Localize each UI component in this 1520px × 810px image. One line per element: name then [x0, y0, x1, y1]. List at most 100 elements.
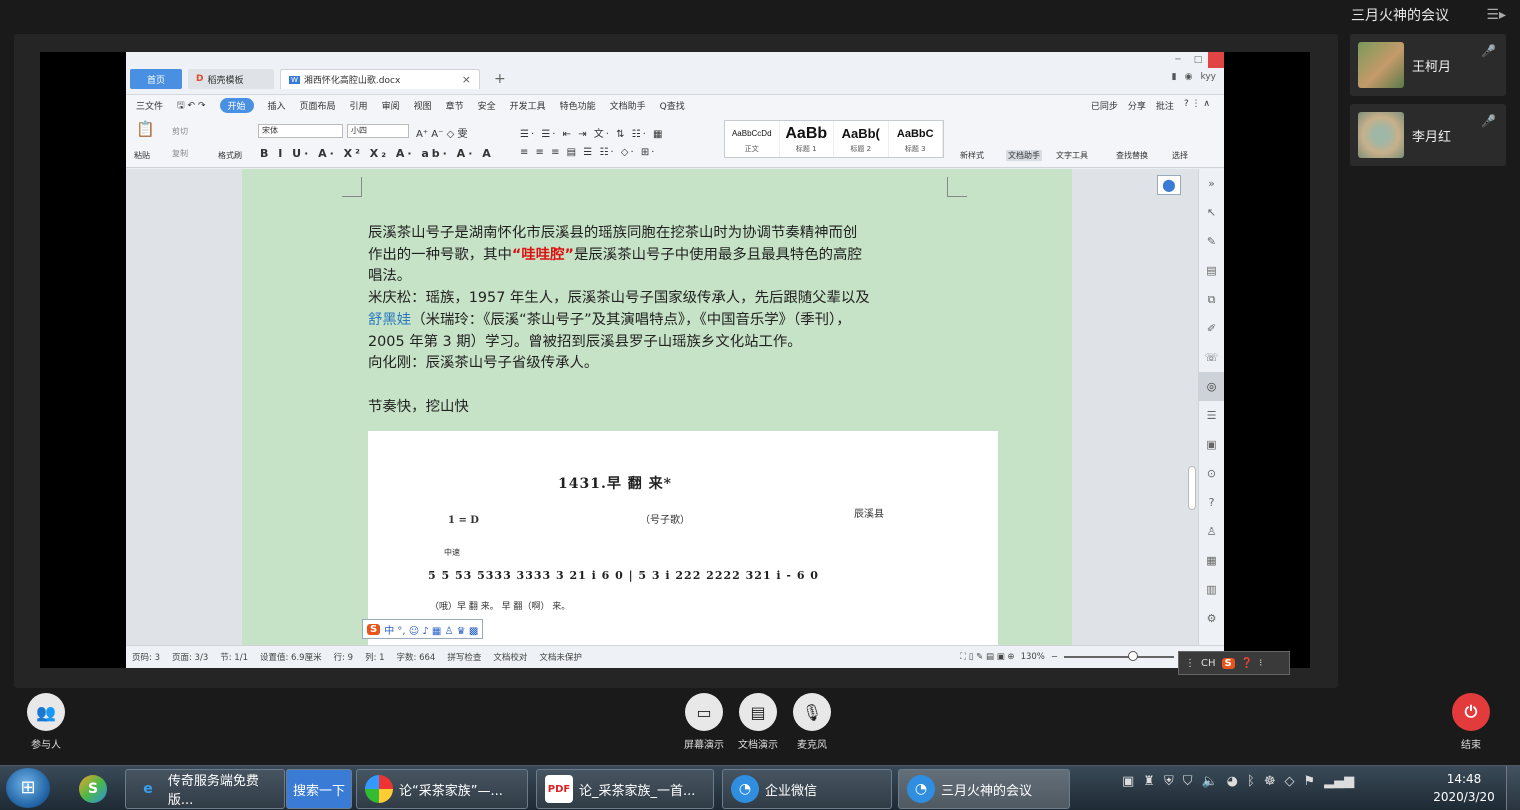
document-page[interactable]: 辰溪茶山号子是湖南怀化市辰溪县的瑶族同胞在挖茶山时为协调节奏精神而创 作出的一种…: [242, 169, 1072, 645]
ime-tools[interactable]: 中 °, ☺ ♪ ▦ ♙ ♛ ▩: [384, 622, 478, 637]
tray-ime-icon[interactable]: ☸: [1264, 774, 1276, 789]
document-canvas[interactable]: 辰溪茶山号子是湖南怀化市辰溪县的瑶族同胞在挖茶山时为协调节奏精神而创 作出的一种…: [126, 169, 1198, 645]
tray-app-icon[interactable]: ▣: [1122, 774, 1134, 789]
user-name[interactable]: kyy: [1200, 72, 1216, 82]
new-tab-button[interactable]: +: [486, 69, 506, 89]
select-tool-icon[interactable]: ↖: [1199, 198, 1224, 227]
start-button[interactable]: ⊞: [6, 768, 50, 808]
link-text[interactable]: 舒黑娃: [368, 312, 411, 328]
style-heading3[interactable]: AaBbC 标题 3: [889, 121, 943, 157]
sync-button[interactable]: 已同步: [1091, 99, 1118, 112]
status-words[interactable]: 字数: 664: [397, 651, 436, 663]
taskbar-item[interactable]: 论“采茶家族”—...: [356, 769, 528, 809]
cut-button[interactable]: 剪切: [172, 126, 188, 137]
vertical-scrollbar[interactable]: [1188, 466, 1196, 510]
sogou-ime-icon[interactable]: S: [1221, 657, 1235, 669]
ime-toolbar[interactable]: S 中 °, ☺ ♪ ▦ ♙ ♛ ▩: [362, 619, 484, 639]
taskbar-item[interactable]: e 传奇服务端免费版...: [125, 769, 285, 809]
text-format-icons[interactable]: B I U· A· X² X₂ A· ab· A· A: [260, 147, 494, 160]
grid-tool-icon[interactable]: ▦: [1199, 546, 1224, 575]
microphone-control[interactable]: 🎙 麦克风: [793, 693, 831, 751]
zoom-level[interactable]: 130%: [1021, 652, 1045, 662]
language-bar[interactable]: ⋮ CH S ❓ ⁝: [1178, 651, 1290, 675]
bluetooth-icon[interactable]: ᛒ: [1247, 774, 1255, 789]
font-family-select[interactable]: 宋体: [258, 124, 343, 138]
edit-tool-icon[interactable]: ✐: [1199, 314, 1224, 343]
zoom-slider[interactable]: [1064, 651, 1174, 661]
network-signal-icon[interactable]: ▂▄▆: [1324, 774, 1354, 789]
langbar-lang[interactable]: CH: [1201, 658, 1216, 669]
menu-doc-assistant[interactable]: 文档助手: [610, 99, 646, 112]
taskbar-search-button[interactable]: 搜索一下: [286, 769, 352, 809]
font-grow-icon[interactable]: A⁺ A⁻ ◇ 雯: [416, 125, 467, 140]
langbar-help-icon[interactable]: ❓: [1241, 658, 1253, 669]
tray-diamond-icon[interactable]: ◇: [1284, 774, 1294, 789]
shield-icon[interactable]: ⛨: [1164, 774, 1174, 789]
tab-template[interactable]: D 稻壳模板: [188, 69, 274, 89]
menu-chapter[interactable]: 章节: [446, 99, 464, 112]
menu-review[interactable]: 审阅: [382, 99, 400, 112]
spell-check-button[interactable]: 拼写检查: [447, 651, 481, 663]
close-window-button[interactable]: [1208, 52, 1224, 68]
minimize-button[interactable]: ─: [1168, 52, 1188, 68]
list-menu-icon[interactable]: ☰▸: [1486, 7, 1506, 23]
doc-share-icon[interactable]: ▤: [739, 693, 777, 731]
paste-icon[interactable]: 📋: [136, 120, 155, 138]
select-button[interactable]: 选择: [1172, 150, 1188, 161]
menu-features[interactable]: 特色功能: [560, 99, 596, 112]
participant-card[interactable]: 王柯月 🎤: [1350, 34, 1506, 96]
document-body[interactable]: 辰溪茶山号子是湖南怀化市辰溪县的瑶族同胞在挖茶山时为协调节奏精神而创 作出的一种…: [368, 223, 958, 418]
taskbar-app-360[interactable]: S: [70, 769, 120, 809]
chat-tool-icon[interactable]: ☏: [1199, 343, 1224, 372]
tab-document[interactable]: W 湘西怀化高腔山歌.docx ×: [280, 69, 480, 89]
menu-start[interactable]: 开始: [219, 98, 254, 113]
menu-devtools[interactable]: 开发工具: [510, 99, 546, 112]
doc-share-control[interactable]: ▤ 文档演示: [738, 693, 778, 751]
share-button[interactable]: 分享: [1128, 99, 1146, 112]
location-pin-icon[interactable]: ⬤: [1157, 175, 1181, 195]
doc-assistant-button[interactable]: 文档助手: [1006, 150, 1042, 161]
screen-share-control[interactable]: ▭ 屏幕演示: [684, 693, 724, 751]
align-icons[interactable]: ≡ ≡ ≡ ▤ ☰ ☷· ◇· ⊞·: [520, 147, 656, 158]
find-replace-button[interactable]: 查找替换: [1116, 150, 1148, 161]
layout-icon[interactable]: ▮: [1172, 72, 1177, 82]
view-mode-icons[interactable]: ⛶ ▯ ✎ ▤ ▣ ⊕: [960, 652, 1014, 662]
volume-icon[interactable]: 🔈: [1201, 774, 1217, 789]
taskbar-item[interactable]: ◔ 企业微信: [722, 769, 892, 809]
quick-save-icon[interactable]: 🖫 ↶ ↷: [177, 98, 205, 114]
screen-share-icon[interactable]: ▭: [685, 693, 723, 731]
participant-card[interactable]: 李月红 🎤: [1350, 104, 1506, 166]
copy-tool-icon[interactable]: ⧉: [1199, 285, 1224, 314]
pen-tool-icon[interactable]: ✎: [1199, 227, 1224, 256]
flag-icon[interactable]: ⚑: [1303, 774, 1315, 789]
music-score-image[interactable]: 1431.早 翻 来* 1 = D （号子歌） 辰溪县 中速 5 5 53 53…: [368, 431, 998, 645]
zoom-out-button[interactable]: −: [1051, 652, 1058, 662]
settings-tool-icon[interactable]: ⚙: [1199, 604, 1224, 633]
menu-reference[interactable]: 引用: [350, 99, 368, 112]
doc-proof-button[interactable]: 文档校对: [493, 651, 527, 663]
list-icons[interactable]: ☰· ☰· ⇤ ⇥ 文· ⇅ ☷· ▦: [520, 125, 664, 140]
doc-protect-status[interactable]: 文档未保护: [539, 651, 582, 663]
langbar-options-icon[interactable]: ⁝: [1259, 658, 1262, 669]
style-tool-icon[interactable]: ▤: [1199, 256, 1224, 285]
tab-home[interactable]: 首页: [130, 69, 182, 89]
new-style-button[interactable]: 新样式: [960, 150, 984, 161]
record-tool-icon[interactable]: ⊙: [1199, 459, 1224, 488]
menu-find[interactable]: Q查找: [660, 99, 685, 112]
tray-shield2-icon[interactable]: ⛉: [1183, 774, 1193, 789]
taskbar-item[interactable]: PDF 论_采茶家族_一首...: [536, 769, 714, 809]
style-heading1[interactable]: AaBb 标题 1: [780, 121, 834, 157]
chart-tool-icon[interactable]: ▥: [1199, 575, 1224, 604]
tray-wework-icon[interactable]: ◕: [1227, 774, 1238, 789]
zoom-slider-knob[interactable]: [1128, 651, 1138, 661]
font-size-select[interactable]: 小四: [347, 124, 409, 138]
tray-security-icon[interactable]: ♜: [1143, 774, 1155, 789]
list-tool-icon[interactable]: ☰: [1199, 401, 1224, 430]
style-normal[interactable]: AaBbCcDd 正文: [725, 121, 780, 157]
microphone-icon[interactable]: 🎙: [793, 693, 831, 731]
paste-button[interactable]: 粘贴: [134, 150, 150, 161]
image-tool-icon[interactable]: ▣: [1199, 430, 1224, 459]
menu-file[interactable]: 三文件: [136, 99, 163, 112]
menu-insert[interactable]: 插入: [268, 99, 286, 112]
show-desktop-button[interactable]: [1506, 766, 1520, 810]
